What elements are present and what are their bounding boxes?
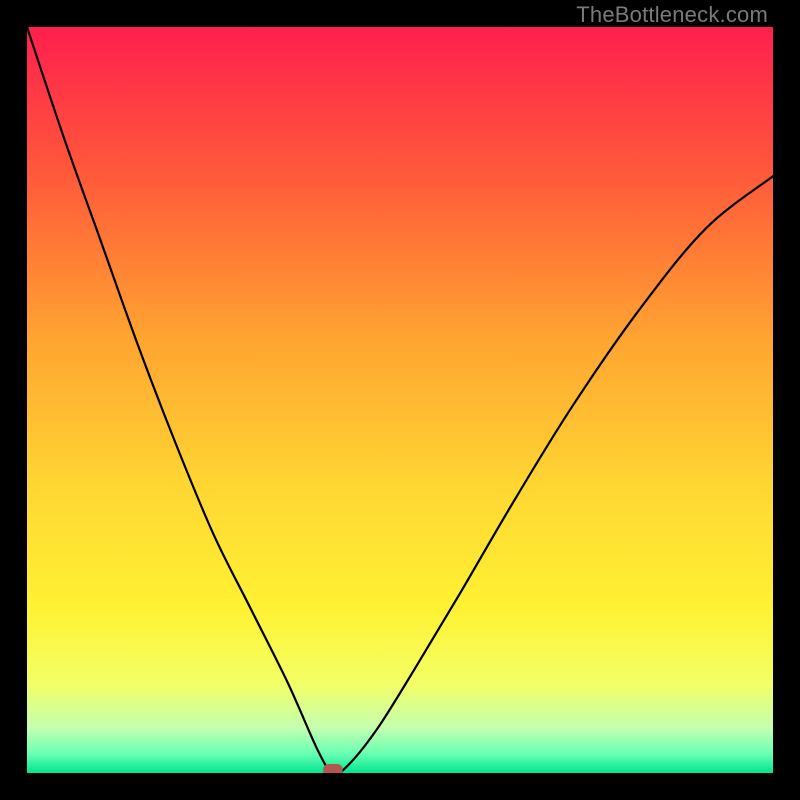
chart-frame: TheBottleneck.com bbox=[0, 0, 800, 800]
background-gradient bbox=[27, 27, 773, 773]
watermark-text: TheBottleneck.com bbox=[576, 2, 768, 28]
plot-area bbox=[27, 27, 773, 773]
